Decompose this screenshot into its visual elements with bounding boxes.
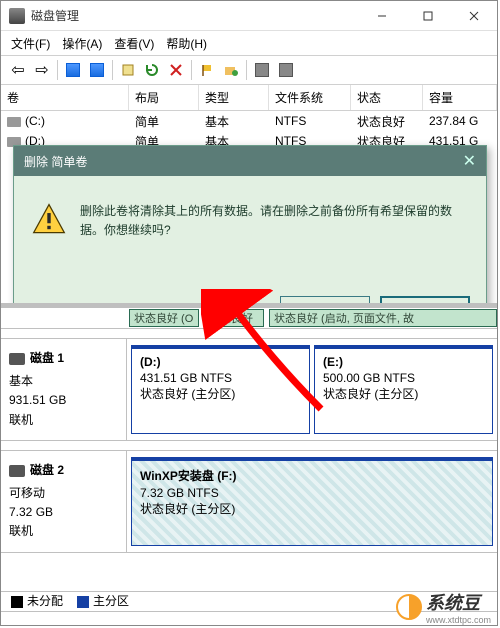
app-icon	[9, 8, 25, 24]
forward-button[interactable]: ⇨	[31, 59, 53, 81]
partition-f[interactable]: WinXP安装盘 (F:) 7.32 GB NTFS 状态良好 (主分区)	[131, 457, 493, 546]
list-icon	[90, 63, 104, 77]
partition-fragment[interactable]: 状态良好	[204, 309, 264, 327]
table-row[interactable]: (C:) 简单 基本 NTFS 状态良好 237.84 G	[1, 111, 497, 131]
col-fs[interactable]: 文件系统	[269, 85, 351, 110]
col-layout[interactable]: 布局	[129, 85, 199, 110]
watermark: 系统豆 www.xtdtpc.com	[396, 589, 491, 625]
dialog-close-button[interactable]: ✕	[463, 151, 476, 171]
back-button[interactable]: ⇦	[7, 59, 29, 81]
disk-info[interactable]: 磁盘 1 基本 931.51 GB 联机	[1, 339, 127, 440]
dialog-titlebar[interactable]: 删除 简单卷 ✕	[14, 146, 486, 176]
menubar: 文件(F) 操作(A) 查看(V) 帮助(H)	[1, 31, 497, 55]
warning-icon	[32, 202, 66, 236]
volume-table-header: 卷 布局 类型 文件系统 状态 容量	[1, 85, 497, 111]
view-grid-button[interactable]	[62, 59, 84, 81]
delete-button[interactable]	[165, 59, 187, 81]
col-capacity[interactable]: 容量	[423, 85, 497, 110]
col-type[interactable]: 类型	[199, 85, 269, 110]
toolbar: ⇦ ⇨	[1, 55, 497, 85]
titlebar: 磁盘管理	[1, 1, 497, 31]
hdd-icon	[9, 465, 25, 477]
properties-button[interactable]	[117, 59, 139, 81]
tool-b-button[interactable]	[275, 59, 297, 81]
dialog-message: 删除此卷将清除其上的所有数据。请在删除之前备份所有希望保留的数据。你想继续吗?	[80, 202, 468, 278]
flag-button[interactable]	[196, 59, 218, 81]
disk-icon	[279, 63, 293, 77]
tool-a-button[interactable]	[251, 59, 273, 81]
legend-primary: 主分区	[93, 594, 129, 608]
view-list-button[interactable]	[86, 59, 108, 81]
menu-action[interactable]: 操作(A)	[62, 35, 102, 52]
window-title: 磁盘管理	[31, 7, 79, 24]
refresh-button[interactable]	[141, 59, 163, 81]
menu-help[interactable]: 帮助(H)	[166, 35, 207, 52]
refresh-icon	[145, 63, 159, 77]
menu-file[interactable]: 文件(F)	[11, 35, 50, 52]
grid-icon	[66, 63, 80, 77]
flag-icon	[200, 63, 214, 77]
x-icon	[169, 63, 183, 77]
arrow-left-icon: ⇦	[11, 60, 24, 80]
partition-fragment[interactable]: 状态良好 (启动, 页面文件, 故	[269, 309, 497, 327]
dialog-title-text: 删除 简单卷	[24, 153, 87, 170]
partition-fragment[interactable]: 状态良好 (O	[129, 309, 199, 327]
properties-icon	[121, 63, 135, 77]
disk-icon	[255, 63, 269, 77]
legend-unallocated: 未分配	[27, 594, 63, 608]
close-button[interactable]	[451, 1, 497, 31]
swatch-unallocated	[11, 596, 23, 608]
minimize-button[interactable]	[359, 1, 405, 31]
folder-plus-icon	[224, 63, 238, 77]
partition-d[interactable]: (D:) 431.51 GB NTFS 状态良好 (主分区)	[131, 345, 310, 434]
partition-e[interactable]: (E:) 500.00 GB NTFS 状态良好 (主分区)	[314, 345, 493, 434]
disk-panel-1: 磁盘 1 基本 931.51 GB 联机 (D:) 431.51 GB NTFS…	[1, 338, 497, 440]
disk-graphical-view: 状态良好 (O 状态良好 状态良好 (启动, 页面文件, 故 磁盘 1 基本 9…	[1, 303, 497, 591]
add-button[interactable]	[220, 59, 242, 81]
arrow-right-icon: ⇨	[35, 60, 48, 80]
volume-icon	[7, 117, 21, 127]
menu-view[interactable]: 查看(V)	[114, 35, 154, 52]
col-status[interactable]: 状态	[351, 85, 423, 110]
col-volume[interactable]: 卷	[1, 85, 129, 110]
maximize-button[interactable]	[405, 1, 451, 31]
disk-info[interactable]: 磁盘 2 可移动 7.32 GB 联机	[1, 451, 127, 552]
swatch-primary	[77, 596, 89, 608]
disk-panel-2: 磁盘 2 可移动 7.32 GB 联机 WinXP安装盘 (F:) 7.32 G…	[1, 450, 497, 552]
hdd-icon	[9, 353, 25, 365]
watermark-icon	[396, 594, 422, 620]
